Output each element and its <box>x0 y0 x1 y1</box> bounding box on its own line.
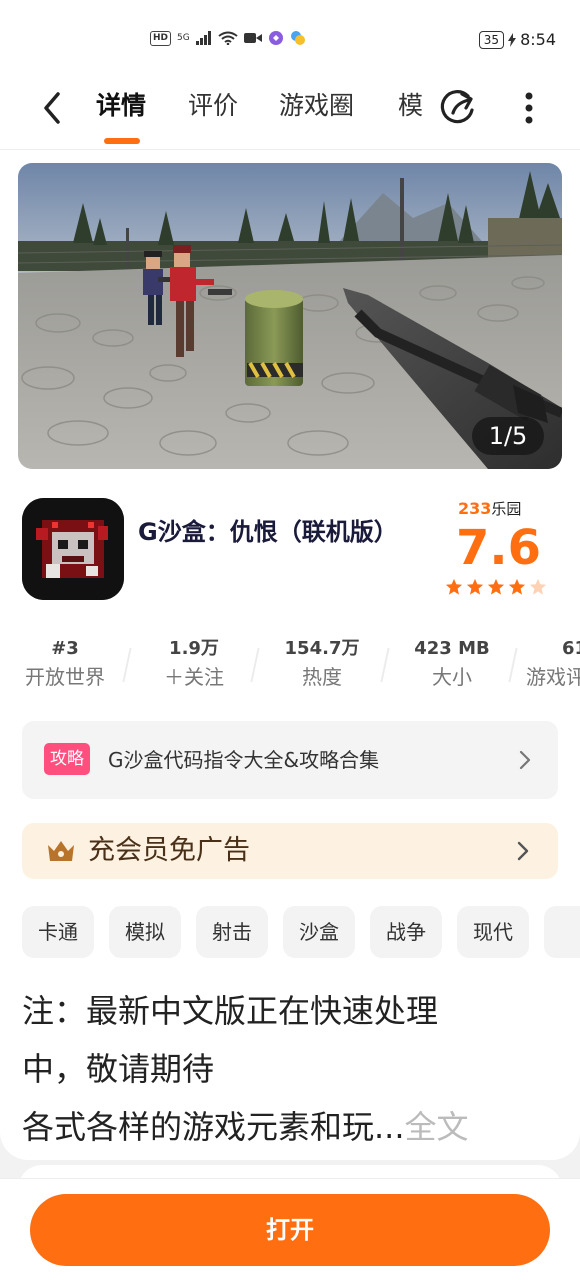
bottom-action-bar: 打开 <box>0 1178 580 1280</box>
stat-follow[interactable]: 1.9万 ＋关注 <box>150 636 238 692</box>
video-icon <box>243 33 262 43</box>
wifi-icon <box>218 31 238 45</box>
stat-size-value: 423 MB <box>414 638 490 659</box>
tab-reviews[interactable]: 评价 <box>188 88 238 124</box>
app-notify-icon <box>268 31 283 45</box>
share-icon[interactable] <box>436 86 480 130</box>
app-notify-icon-2 <box>290 31 305 45</box>
status-bar: HD 5G 35 8:54 <box>0 0 580 80</box>
tag-chip[interactable]: 沙盒 <box>283 906 355 958</box>
gallery-pager: 1/5 <box>472 417 544 455</box>
star-icon <box>508 578 526 595</box>
rating-stars <box>445 578 547 596</box>
crown-icon <box>48 841 74 861</box>
stat-follow-value: 1.9万 <box>169 638 219 659</box>
status-icons-right: 35 8:54 <box>478 30 556 49</box>
chevron-right-icon <box>519 750 531 770</box>
rating-brand-number: 233 <box>458 499 492 518</box>
star-icon <box>466 578 484 595</box>
stat-rank-label: 开放世界 <box>25 665 105 689</box>
open-button[interactable]: 打开 <box>30 1194 550 1266</box>
stat-reviews-value: 61 <box>562 638 580 659</box>
follow-button-label: ＋关注 <box>164 665 224 689</box>
description-line: 中，敬请期待 <box>22 1050 215 1088</box>
tag-chip[interactable]: 模拟 <box>109 906 181 958</box>
signal-icon <box>195 31 211 45</box>
tag-chip[interactable]: 射击 <box>196 906 268 958</box>
tab-game-circle[interactable]: 游戏圈 <box>279 88 354 124</box>
guide-banner[interactable]: 攻略 G沙盒代码指令大全&攻略合集 <box>22 721 558 799</box>
rating-brand: 233乐园 <box>458 498 521 519</box>
rating-brand-suffix: 乐园 <box>491 500 522 518</box>
network-type: 5G <box>177 33 190 43</box>
charging-icon <box>508 32 517 47</box>
app-icon-image <box>22 498 124 600</box>
rating-score: 7.6 <box>456 520 542 576</box>
game-description: 注：最新中文版正在快速处理 中，敬请期待 各式各样的游戏元素和玩...全文 <box>22 982 542 1156</box>
stat-size-label: 大小 <box>432 665 472 689</box>
gameplay-screenshot[interactable]: 1/5 <box>18 163 562 469</box>
tab-mods[interactable]: 模 <box>398 88 423 124</box>
vip-text: 充会员免广告 <box>88 835 250 866</box>
battery-indicator: 35 <box>478 30 505 49</box>
stat-size: 423 MB 大小 <box>406 636 498 692</box>
chevron-right-icon <box>517 841 529 861</box>
description-line-text: 各式各样的游戏元素和玩... <box>22 1108 405 1146</box>
stat-reviews-label: 游戏评 <box>526 665 580 689</box>
stat-heat-label: 热度 <box>302 665 342 689</box>
stat-heat-value: 154.7万 <box>284 638 360 659</box>
guide-title: G沙盒代码指令大全&攻略合集 <box>108 748 380 772</box>
tag-chip[interactable]: 卡通 <box>22 906 94 958</box>
app-title: G沙盒：仇恨（联机版） <box>138 518 398 546</box>
status-icons-left: HD 5G <box>150 30 306 46</box>
expand-full-text-link[interactable]: 全文 <box>405 1108 469 1146</box>
star-icon <box>445 578 463 595</box>
stat-rank[interactable]: #3 开放世界 <box>20 636 110 692</box>
star-icon <box>487 578 505 595</box>
stat-rank-value: #3 <box>51 638 79 659</box>
active-tab-indicator <box>104 138 140 144</box>
stat-heat: 154.7万 热度 <box>276 636 368 692</box>
stat-reviews[interactable]: 61 游戏评 <box>524 636 580 692</box>
hd-badge: HD <box>150 30 172 46</box>
top-nav: 详情 评价 游戏圈 模 <box>0 80 580 150</box>
clock: 8:54 <box>520 30 556 49</box>
app-icon <box>22 498 124 600</box>
star-empty-icon <box>529 578 547 595</box>
tag-chip[interactable]: 战争 <box>370 906 442 958</box>
tag-chip-overflow[interactable] <box>544 906 580 958</box>
back-arrow-icon[interactable] <box>38 88 68 128</box>
more-options-icon[interactable] <box>518 88 540 128</box>
tag-chip[interactable]: 现代 <box>457 906 529 958</box>
description-line-last: 各式各样的游戏元素和玩...全文 <box>22 1098 542 1156</box>
guide-tag: 攻略 <box>44 743 90 775</box>
tab-details[interactable]: 详情 <box>96 88 146 124</box>
vip-banner[interactable]: 充会员免广告 <box>22 823 558 879</box>
description-line: 注：最新中文版正在快速处理 <box>22 992 439 1030</box>
